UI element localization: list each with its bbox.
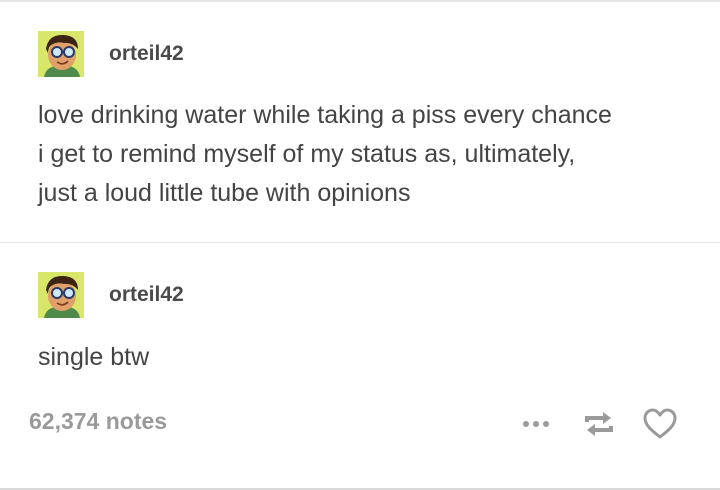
notes-count[interactable]: 62,374 notes	[29, 408, 167, 435]
post-divider	[0, 242, 720, 243]
post-body: love drinking water while taking a piss …	[38, 101, 612, 207]
post-body: single btw	[38, 343, 150, 371]
post-reply: orteil42 single btw 62,374 notes	[0, 244, 720, 488]
cartoon-face-with-glasses-icon	[38, 272, 84, 318]
post-username[interactable]: orteil42	[109, 42, 184, 66]
avatar[interactable]	[38, 31, 84, 77]
cartoon-face-with-glasses-icon	[38, 31, 84, 77]
more-icon[interactable]	[520, 408, 556, 440]
like-icon[interactable]	[641, 407, 679, 441]
post-original: orteil42 love drinking water while takin…	[0, 0, 720, 243]
reblog-icon[interactable]	[581, 408, 617, 440]
avatar[interactable]	[38, 272, 84, 318]
post-username[interactable]: orteil42	[109, 283, 184, 307]
